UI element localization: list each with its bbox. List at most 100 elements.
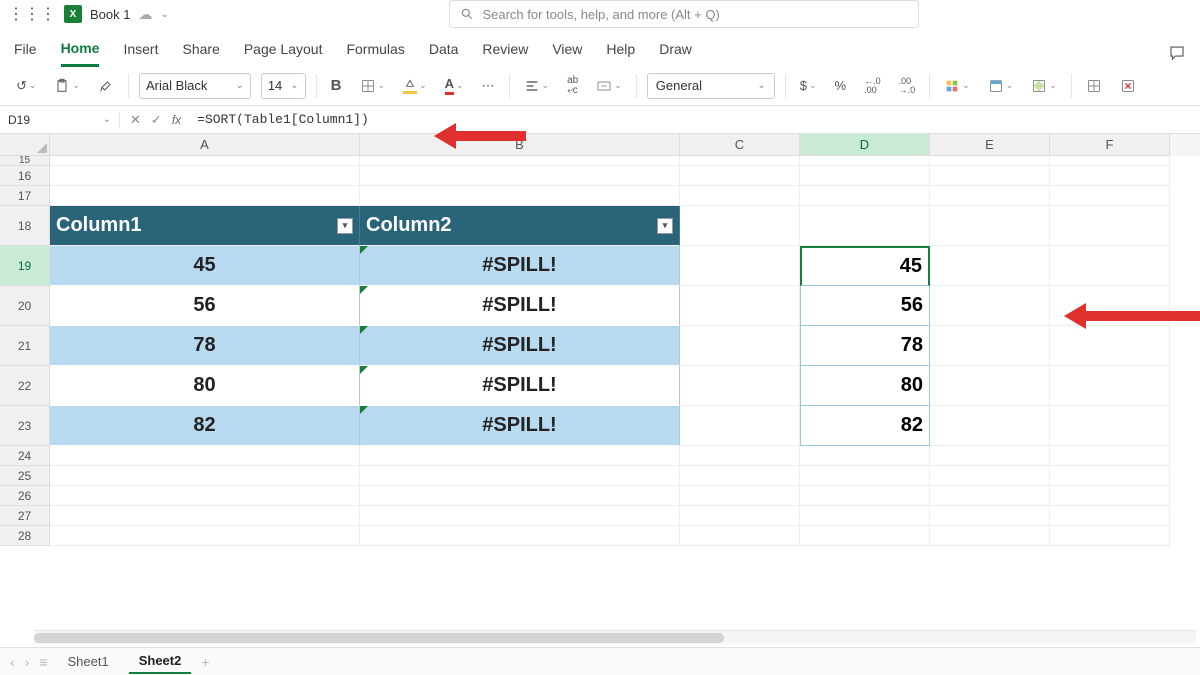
- col-header-F[interactable]: F: [1050, 134, 1170, 156]
- cell[interactable]: 45: [50, 246, 360, 286]
- cell[interactable]: 82: [800, 406, 930, 446]
- insert-cells-button[interactable]: [1082, 76, 1106, 96]
- cell[interactable]: [50, 466, 360, 486]
- font-size-select[interactable]: 14⌄: [261, 73, 306, 99]
- cell[interactable]: [50, 486, 360, 506]
- cell-styles-button[interactable]: ⌄: [1027, 76, 1061, 96]
- menu-view[interactable]: View: [552, 41, 582, 65]
- sheet-tab-2[interactable]: Sheet2: [129, 649, 192, 674]
- increase-decimal-button[interactable]: .00→.0: [895, 75, 920, 97]
- fx-icon[interactable]: fx: [172, 113, 181, 127]
- row-header[interactable]: 25: [0, 466, 50, 486]
- table-header-col2[interactable]: Column2▾: [360, 206, 680, 246]
- align-button[interactable]: ⌄: [520, 77, 554, 95]
- cloud-status-icon[interactable]: ☁: [138, 6, 152, 23]
- cell[interactable]: [680, 286, 800, 326]
- menu-draw[interactable]: Draw: [659, 41, 692, 65]
- add-sheet-button[interactable]: +: [201, 654, 209, 670]
- cell[interactable]: [1050, 526, 1170, 546]
- cell[interactable]: 56: [800, 286, 930, 326]
- format-painter-button[interactable]: [94, 76, 118, 96]
- row-header[interactable]: 17: [0, 186, 50, 206]
- filter-dropdown-icon[interactable]: ▾: [337, 218, 353, 234]
- menu-insert[interactable]: Insert: [123, 41, 158, 65]
- cell[interactable]: [1050, 166, 1170, 186]
- row-header[interactable]: 15: [0, 156, 50, 166]
- menu-share[interactable]: Share: [182, 41, 219, 65]
- cell[interactable]: 80: [50, 366, 360, 406]
- table-header-col1[interactable]: Column1▾: [50, 206, 360, 246]
- cell[interactable]: [800, 446, 930, 466]
- horizontal-scrollbar[interactable]: [34, 630, 1196, 644]
- cell[interactable]: [1050, 206, 1170, 246]
- menu-home[interactable]: Home: [61, 40, 100, 67]
- row-header[interactable]: 20: [0, 286, 50, 326]
- cell[interactable]: [50, 156, 360, 166]
- cell[interactable]: [680, 506, 800, 526]
- cell[interactable]: 82: [50, 406, 360, 446]
- cell[interactable]: [800, 466, 930, 486]
- conditional-format-button[interactable]: ⌄: [940, 76, 974, 96]
- cell[interactable]: [800, 156, 930, 166]
- cell[interactable]: #SPILL!: [360, 246, 680, 286]
- menu-help[interactable]: Help: [606, 41, 635, 65]
- workbook-name[interactable]: Book 1: [90, 7, 130, 22]
- undo-button[interactable]: ↺⌄: [12, 76, 40, 96]
- cell[interactable]: [930, 286, 1050, 326]
- cell[interactable]: [1050, 466, 1170, 486]
- accept-formula-icon[interactable]: ✓: [151, 112, 162, 128]
- cell[interactable]: [1050, 186, 1170, 206]
- cell[interactable]: [930, 326, 1050, 366]
- cell[interactable]: [800, 166, 930, 186]
- cell[interactable]: 80: [800, 366, 930, 406]
- cell[interactable]: [360, 526, 680, 546]
- more-font-button[interactable]: ⋯: [478, 76, 499, 96]
- cell[interactable]: [50, 506, 360, 526]
- menu-file[interactable]: File: [14, 41, 37, 65]
- cell[interactable]: [680, 186, 800, 206]
- cell[interactable]: [360, 156, 680, 166]
- sheet-nav-prev[interactable]: ‹: [10, 654, 15, 670]
- cell[interactable]: [50, 186, 360, 206]
- cell[interactable]: [930, 506, 1050, 526]
- cell[interactable]: [1050, 326, 1170, 366]
- paste-button[interactable]: ⌄: [50, 76, 84, 96]
- cell[interactable]: [360, 506, 680, 526]
- delete-cells-button[interactable]: [1116, 76, 1140, 96]
- formula-input[interactable]: =SORT(Table1[Column1]): [191, 112, 1200, 127]
- fill-color-button[interactable]: ⌄: [399, 76, 431, 96]
- cell[interactable]: [800, 506, 930, 526]
- cell[interactable]: [1050, 486, 1170, 506]
- row-header[interactable]: 18: [0, 206, 50, 246]
- cell[interactable]: [800, 206, 930, 246]
- cell[interactable]: [1050, 156, 1170, 166]
- cell[interactable]: [1050, 506, 1170, 526]
- spreadsheet-grid[interactable]: A B C D E F 15 16 17 18 Column1▾ Column2…: [0, 134, 1200, 644]
- filter-dropdown-icon[interactable]: ▾: [657, 218, 673, 234]
- title-dropdown-icon[interactable]: ⌄: [160, 9, 168, 20]
- cell[interactable]: [800, 526, 930, 546]
- row-header[interactable]: 16: [0, 166, 50, 186]
- wrap-text-button[interactable]: ab⤶c: [563, 74, 582, 98]
- currency-button[interactable]: $⌄: [796, 76, 821, 95]
- decrease-decimal-button[interactable]: ←.0.00: [860, 75, 885, 97]
- cell[interactable]: [680, 486, 800, 506]
- sheet-tab-1[interactable]: Sheet1: [58, 650, 119, 673]
- cell[interactable]: [800, 186, 930, 206]
- cell[interactable]: [680, 156, 800, 166]
- cell[interactable]: [800, 486, 930, 506]
- app-launcher-icon[interactable]: ⋮⋮⋮: [8, 4, 56, 24]
- cell[interactable]: [930, 486, 1050, 506]
- cell[interactable]: [930, 366, 1050, 406]
- cell[interactable]: 56: [50, 286, 360, 326]
- cell[interactable]: [50, 446, 360, 466]
- cell[interactable]: [930, 466, 1050, 486]
- cell[interactable]: [680, 206, 800, 246]
- cell[interactable]: [930, 446, 1050, 466]
- cell[interactable]: [1050, 446, 1170, 466]
- cell[interactable]: [930, 246, 1050, 286]
- cell[interactable]: [930, 166, 1050, 186]
- row-header[interactable]: 28: [0, 526, 50, 546]
- cell[interactable]: [680, 446, 800, 466]
- col-header-A[interactable]: A: [50, 134, 360, 156]
